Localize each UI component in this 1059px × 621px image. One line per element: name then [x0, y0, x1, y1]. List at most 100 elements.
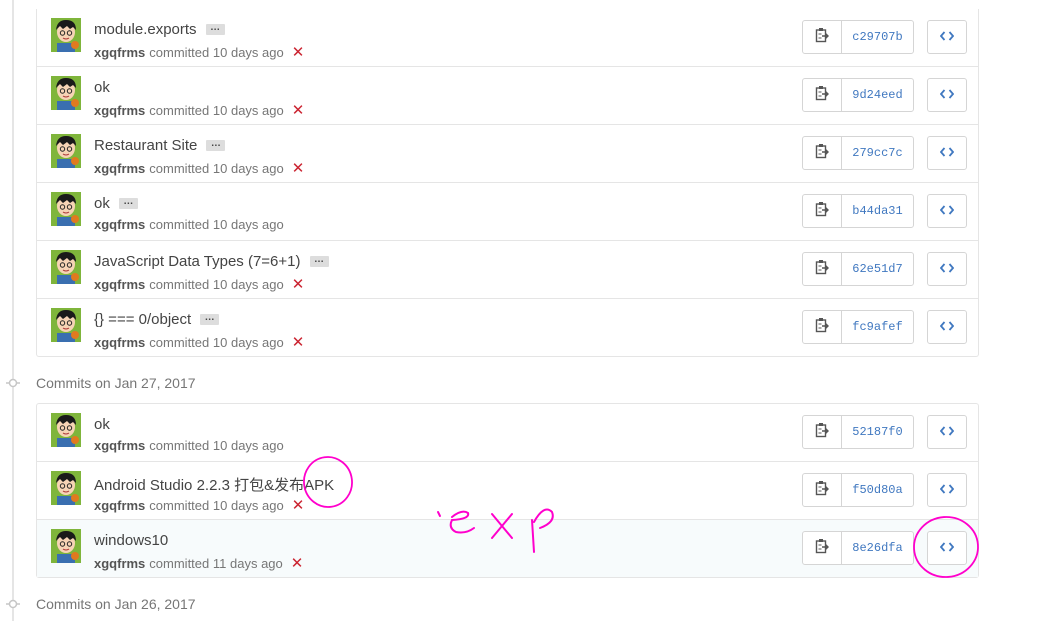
- commit-sha-link[interactable]: 9d24eed: [842, 79, 913, 111]
- avatar[interactable]: [51, 308, 81, 342]
- clipboard-icon: [815, 27, 829, 48]
- copy-sha-button[interactable]: [803, 195, 842, 227]
- commit-sha-link[interactable]: 279cc7c: [842, 137, 913, 169]
- commit-title[interactable]: {} === 0/object: [94, 311, 191, 328]
- commit-sha-link[interactable]: fc9afef: [842, 311, 913, 343]
- commit-title[interactable]: Android Studio 2.2.3 打包&发布APK: [94, 474, 334, 495]
- expand-message-button[interactable]: …: [200, 313, 220, 325]
- x-icon[interactable]: ✕: [292, 496, 305, 514]
- x-icon[interactable]: ✕: [292, 43, 305, 61]
- expand-message-button[interactable]: …: [118, 197, 138, 209]
- avatar[interactable]: [51, 18, 81, 52]
- commit-title[interactable]: ok: [94, 416, 110, 433]
- avatar[interactable]: [51, 76, 81, 110]
- copy-sha-button[interactable]: [803, 311, 842, 343]
- commit-title[interactable]: module.exports: [94, 21, 197, 38]
- commit-time: 10 days ago: [212, 438, 284, 453]
- expand-message-button[interactable]: …: [205, 23, 225, 35]
- sha-button-group: 279cc7c: [802, 136, 914, 170]
- sha-button-group: 8e26dfa: [802, 531, 914, 565]
- commit-time: 10 days ago: [212, 44, 284, 60]
- clipboard-icon: [815, 85, 829, 106]
- expand-message-button[interactable]: …: [309, 255, 329, 267]
- commit-sha-link[interactable]: b44da31: [842, 195, 913, 227]
- sha-button-group: 9d24eed: [802, 78, 914, 112]
- commit-group-heading: Commits on Jan 27, 2017: [0, 372, 196, 394]
- browse-repo-button[interactable]: [927, 78, 967, 112]
- commit-author[interactable]: xgqfrms: [94, 438, 145, 453]
- browse-repo-button[interactable]: [927, 531, 967, 565]
- x-icon[interactable]: ✕: [292, 275, 305, 293]
- copy-sha-button[interactable]: [803, 21, 842, 53]
- browse-repo-button[interactable]: [927, 310, 967, 344]
- commit-author[interactable]: xgqfrms: [94, 161, 145, 176]
- commit-author[interactable]: xgqfrms: [94, 498, 145, 513]
- timeline-line: [12, 0, 14, 621]
- avatar[interactable]: [51, 413, 81, 447]
- x-icon[interactable]: ✕: [292, 159, 305, 177]
- commit-author[interactable]: xgqfrms: [94, 556, 145, 571]
- commit-group-heading: Commits on Jan 26, 2017: [0, 593, 196, 615]
- copy-sha-button[interactable]: [803, 253, 842, 285]
- copy-sha-button[interactable]: [803, 416, 842, 448]
- commit-author[interactable]: xgqfrms: [94, 217, 145, 232]
- commit-row: ok xgqfrms committed 10 days ago ✕ 9d24eed: [37, 67, 978, 125]
- sha-button-group: fc9afef: [802, 310, 914, 344]
- avatar[interactable]: [51, 529, 81, 563]
- x-icon[interactable]: ✕: [292, 101, 305, 119]
- committed-label: committed: [149, 438, 210, 453]
- commit-title[interactable]: ok: [94, 79, 110, 96]
- sha-button-group: 62e51d7: [802, 252, 914, 286]
- sha-button-group: f50d80a: [802, 473, 914, 507]
- avatar[interactable]: [51, 250, 81, 284]
- commit-time: 10 days ago: [212, 217, 284, 232]
- avatar[interactable]: [51, 192, 81, 226]
- browse-repo-button[interactable]: [927, 252, 967, 286]
- commit-sha-link[interactable]: 62e51d7: [842, 253, 913, 285]
- copy-sha-button[interactable]: [803, 532, 842, 564]
- commit-row: {} === 0/object … xgqfrms committed 10 day…: [37, 299, 978, 356]
- commit-author[interactable]: xgqfrms: [94, 277, 145, 292]
- clipboard-icon: [815, 480, 829, 501]
- browse-repo-button[interactable]: [927, 136, 967, 170]
- code-icon: [939, 539, 955, 557]
- committed-label: committed: [149, 217, 210, 232]
- clipboard-icon: [815, 422, 829, 443]
- committed-label: committed: [149, 555, 210, 571]
- commit-title[interactable]: Restaurant Site: [94, 137, 197, 154]
- commit-author[interactable]: xgqfrms: [94, 45, 145, 60]
- browse-repo-button[interactable]: [927, 20, 967, 54]
- code-icon: [939, 481, 955, 499]
- commit-title[interactable]: JavaScript Data Types (7=6+1): [94, 253, 301, 270]
- expand-message-button[interactable]: …: [206, 139, 226, 151]
- clipboard-icon: [815, 538, 829, 559]
- browse-repo-button[interactable]: [927, 415, 967, 449]
- commit-sha-link[interactable]: f50d80a: [842, 474, 913, 506]
- browse-repo-button[interactable]: [927, 194, 967, 228]
- committed-label: committed: [149, 334, 210, 350]
- commit-sha-link[interactable]: 52187f0: [842, 416, 913, 448]
- commit-sha-link[interactable]: 8e26dfa: [842, 532, 913, 564]
- x-icon[interactable]: ✕: [292, 333, 305, 351]
- clipboard-icon: [815, 143, 829, 164]
- commit-title[interactable]: ok: [94, 195, 110, 212]
- committed-label: committed: [149, 160, 210, 176]
- commit-time: 10 days ago: [212, 102, 284, 118]
- code-icon: [939, 202, 955, 220]
- commit-sha-link[interactable]: c29707b: [842, 21, 913, 53]
- copy-sha-button[interactable]: [803, 137, 842, 169]
- committed-label: committed: [149, 276, 210, 292]
- avatar[interactable]: [51, 134, 81, 168]
- x-icon[interactable]: ✕: [291, 554, 304, 572]
- commit-time: 11 days ago: [212, 555, 283, 571]
- copy-sha-button[interactable]: [803, 79, 842, 111]
- browse-repo-button[interactable]: [927, 473, 967, 507]
- copy-sha-button[interactable]: [803, 474, 842, 506]
- commit-group-date: Commits on Jan 27, 2017: [36, 375, 196, 391]
- commit-row: Restaurant Site … xgqfrms committed 10 day…: [37, 125, 978, 183]
- commit-author[interactable]: xgqfrms: [94, 103, 145, 118]
- commit-row: ok xgqfrms committed 10 days ago 52187f0: [37, 404, 978, 462]
- commit-title[interactable]: windows10: [94, 532, 168, 549]
- avatar[interactable]: [51, 471, 81, 505]
- commit-author[interactable]: xgqfrms: [94, 335, 145, 350]
